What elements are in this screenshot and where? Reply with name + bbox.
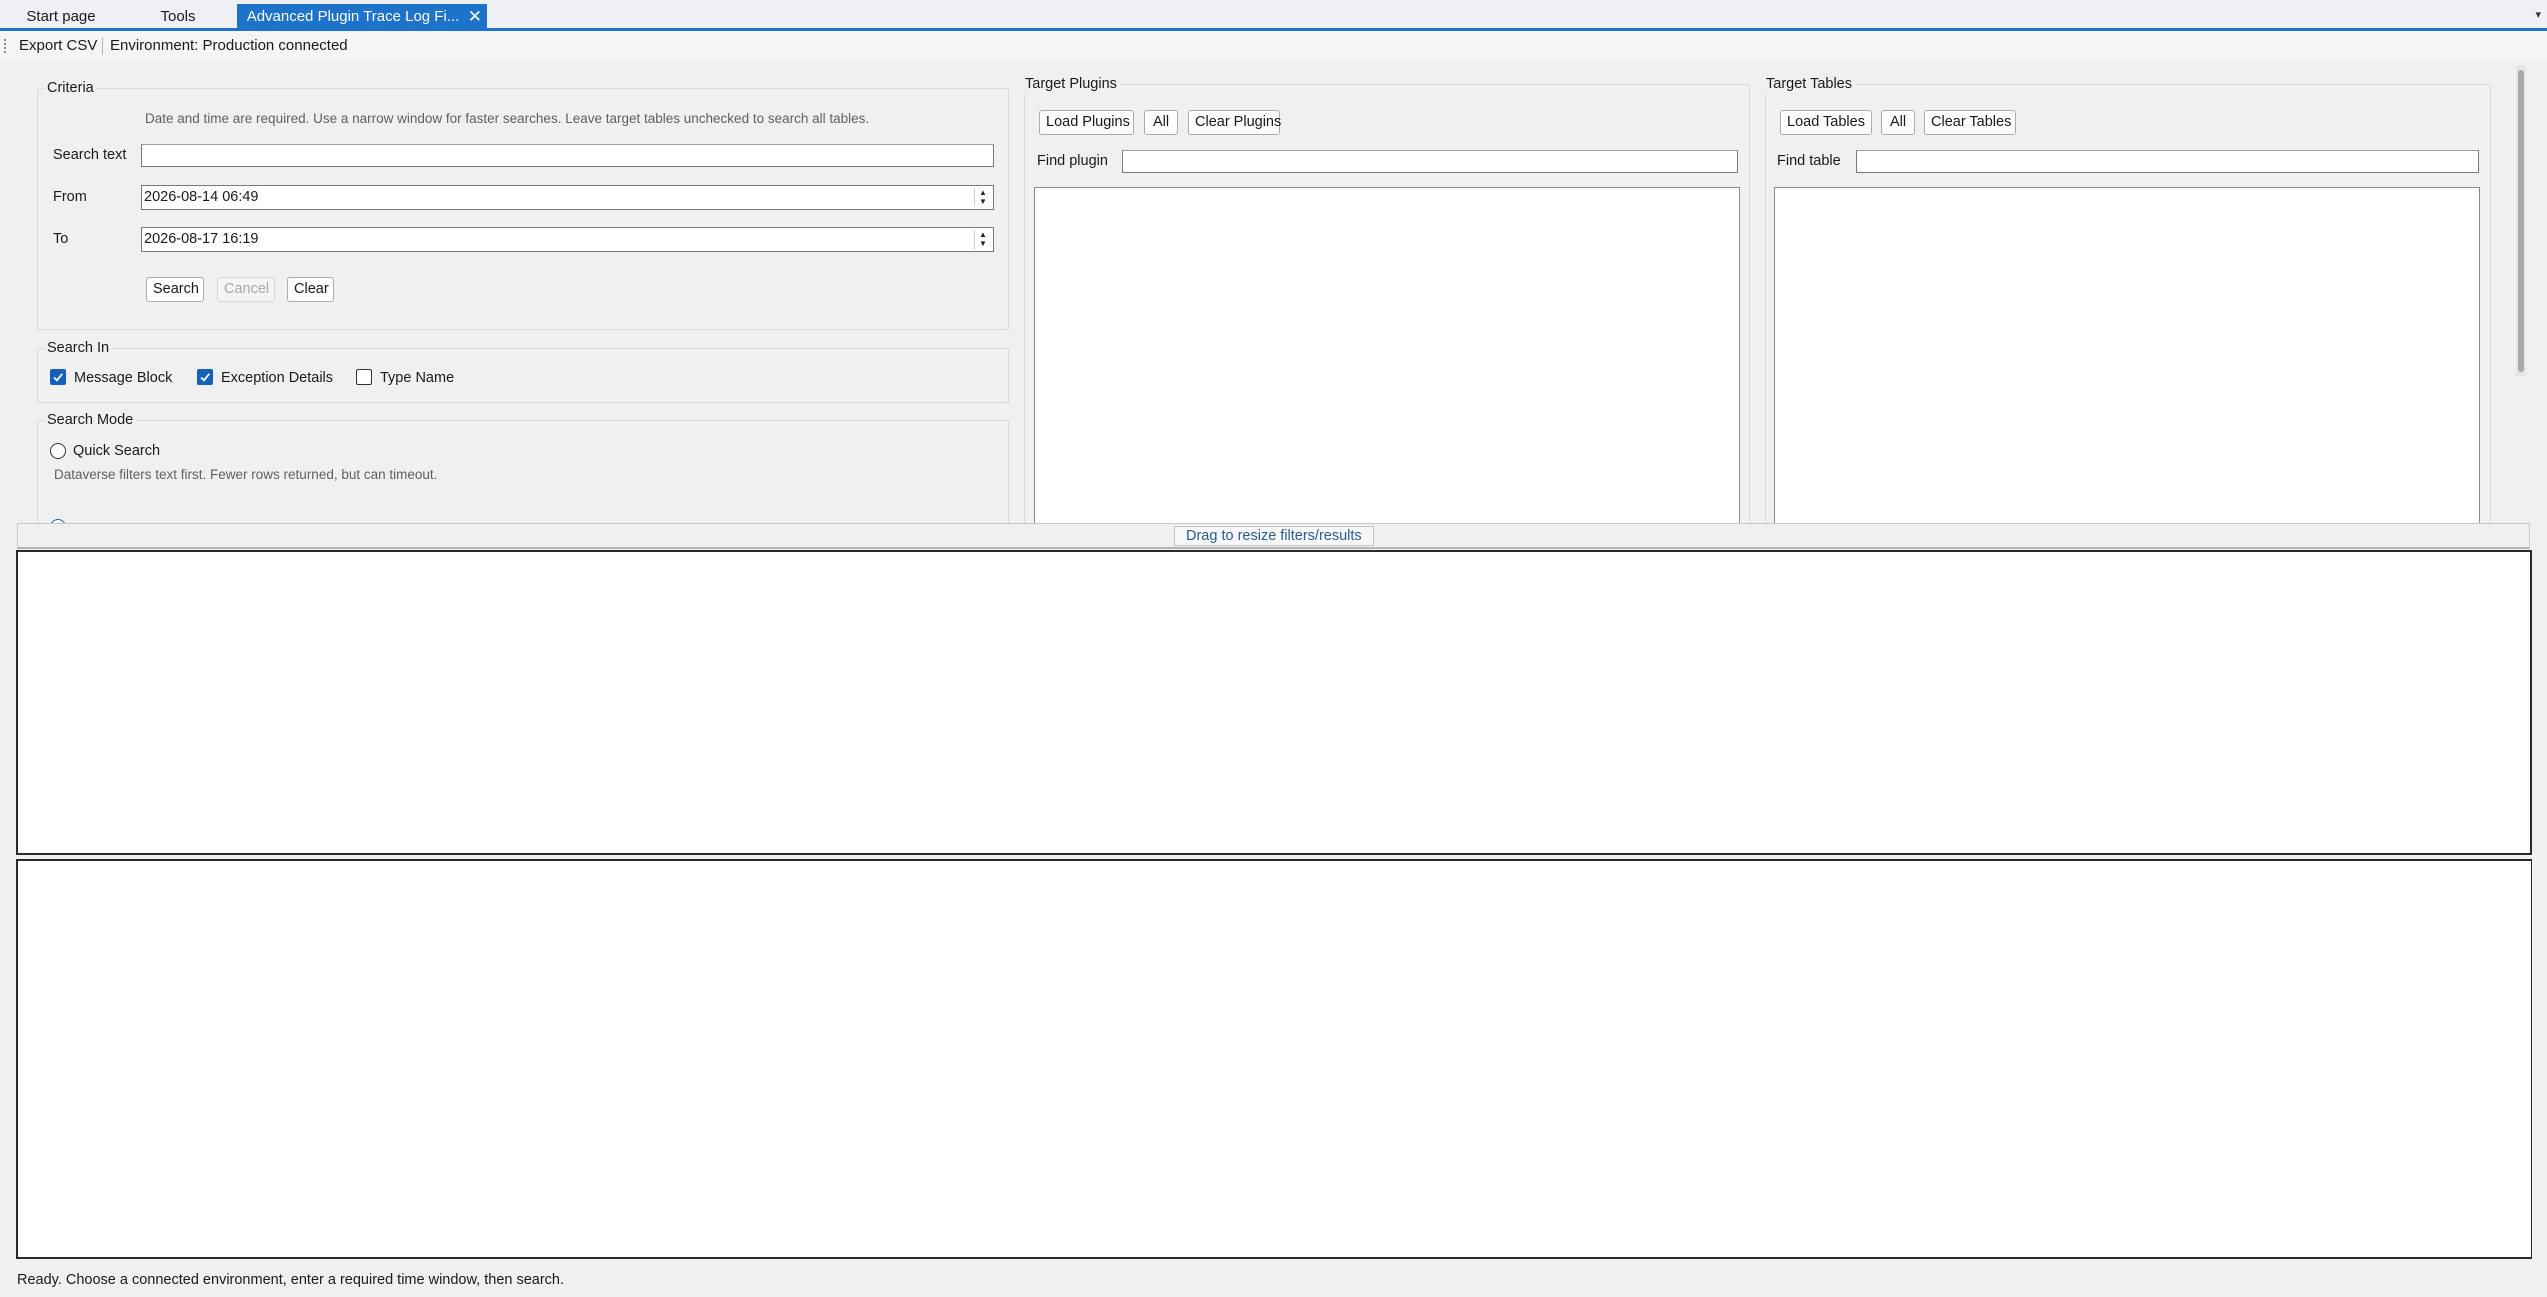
find-table-input[interactable]	[1857, 151, 2478, 172]
load-tables-button[interactable]: Load Tables	[1780, 110, 1872, 135]
find-plugin-input-box	[1122, 150, 1738, 173]
from-label: From	[53, 189, 87, 205]
all-plugins-button[interactable]: All	[1144, 110, 1178, 135]
tables-list[interactable]	[1774, 187, 2480, 523]
find-table-input-box	[1856, 150, 2479, 173]
find-plugin-label: Find plugin	[1037, 153, 1108, 169]
status-text: Ready. Choose a connected environment, e…	[17, 1272, 565, 1288]
clear-plugins-button[interactable]: Clear Plugins	[1188, 110, 1281, 135]
toolbar: Export CSV Environment: Production conne…	[0, 31, 2547, 61]
quick-search-hint: Dataverse filters text first. Fewer rows…	[54, 467, 438, 482]
to-spin-icon[interactable]: ▲ ▼	[974, 230, 991, 249]
from-datetime-value: 2026-08-14 06:49	[144, 189, 259, 205]
search-in-group-title: Search In	[44, 338, 113, 358]
message-block-checkbox[interactable]	[50, 369, 66, 385]
tab-advanced-plugin-trace-log[interactable]: Advanced Plugin Trace Log Fi... ✕	[237, 4, 487, 29]
tab-start-page[interactable]: Start page	[18, 4, 104, 29]
tab-tools[interactable]: Tools	[150, 4, 206, 29]
load-plugins-button[interactable]: Load Plugins	[1039, 110, 1134, 135]
type-name-checkbox[interactable]	[356, 369, 372, 385]
target-plugins-title: Target Plugins	[1022, 74, 1120, 94]
from-datetime-picker[interactable]: 2026-08-14 06:49 ▲ ▼	[141, 185, 994, 210]
clear-tables-button[interactable]: Clear Tables	[1924, 110, 2016, 135]
search-in-group: Search In	[37, 338, 1009, 403]
cancel-button[interactable]: Cancel	[217, 277, 275, 302]
target-plugins-viewport: Target Plugins Load Plugins All Clear Pl…	[1020, 70, 1756, 523]
search-button[interactable]: Search	[146, 277, 204, 302]
export-csv-button[interactable]: Export CSV	[19, 37, 97, 55]
toolbar-grip-icon[interactable]	[4, 39, 6, 53]
checkmark-icon	[200, 373, 210, 382]
search-text-input-box	[141, 144, 994, 167]
exception-details-label[interactable]: Exception Details	[221, 369, 333, 387]
type-name-label[interactable]: Type Name	[380, 369, 454, 387]
document-tab-strip: Start page Tools Advanced Plugin Trace L…	[0, 0, 2547, 29]
search-text-label: Search text	[53, 147, 127, 163]
quick-search-radio[interactable]	[50, 443, 66, 459]
all-tables-button[interactable]: All	[1881, 110, 1915, 135]
to-label: To	[53, 231, 69, 247]
to-datetime-picker[interactable]: 2026-08-17 16:19 ▲ ▼	[141, 227, 994, 252]
message-block-label[interactable]: Message Block	[74, 369, 172, 387]
chevron-down-icon[interactable]: ▾	[2535, 8, 2541, 21]
filters-results-splitter[interactable]: Drag to resize filters/results	[17, 523, 2530, 549]
criteria-hint-text: Date and time are required. Use a narrow…	[145, 111, 870, 126]
quick-search-label[interactable]: Quick Search	[73, 442, 160, 460]
target-tables-title: Target Tables	[1763, 74, 1855, 94]
to-datetime-value: 2026-08-17 16:19	[144, 231, 259, 247]
criteria-group-title: Criteria	[44, 78, 97, 98]
filters-scrollbar-thumb[interactable]	[2518, 70, 2524, 372]
details-pane[interactable]	[16, 859, 2532, 1259]
find-plugin-input[interactable]	[1123, 151, 1737, 172]
status-bar: Ready. Choose a connected environment, e…	[0, 1263, 2547, 1297]
environment-status-label: Environment: Production connected	[110, 37, 348, 54]
search-text-input[interactable]	[142, 145, 993, 166]
from-spin-icon[interactable]: ▲ ▼	[974, 188, 991, 207]
results-grid[interactable]	[16, 550, 2532, 855]
plugins-list[interactable]	[1034, 187, 1740, 523]
splitter-label: Drag to resize filters/results	[1174, 526, 1374, 546]
search-mode-group-title: Search Mode	[44, 410, 137, 430]
search-mode-viewport: Search Mode Quick Search Dataverse filte…	[37, 407, 1012, 523]
find-table-label: Find table	[1777, 153, 1841, 169]
checkmark-icon	[53, 373, 63, 382]
exception-details-checkbox[interactable]	[197, 369, 213, 385]
close-icon[interactable]: ✕	[468, 4, 482, 29]
clear-button[interactable]: Clear	[287, 277, 334, 302]
target-tables-viewport: Target Tables Load Tables All Clear Tabl…	[1760, 70, 2496, 523]
toolbar-separator	[102, 37, 103, 55]
tab-title: Advanced Plugin Trace Log Fi...	[246, 8, 460, 25]
